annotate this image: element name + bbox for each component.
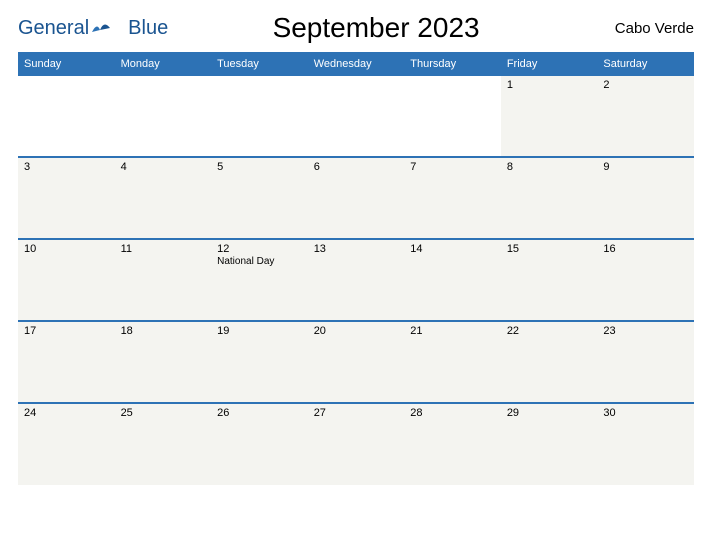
day-cell: 20 xyxy=(308,321,405,403)
day-header: Friday xyxy=(501,53,598,75)
day-cell: 1 xyxy=(501,75,598,157)
day-number: 23 xyxy=(603,325,688,337)
page-title: September 2023 xyxy=(168,12,584,44)
day-cell: 15 xyxy=(501,239,598,321)
day-number: 13 xyxy=(314,243,399,255)
day-number: 6 xyxy=(314,161,399,173)
day-cell: 18 xyxy=(115,321,212,403)
day-number: 30 xyxy=(603,407,688,419)
day-cell: 9 xyxy=(597,157,694,239)
day-cell: 10 xyxy=(18,239,115,321)
day-number: 22 xyxy=(507,325,592,337)
region-label: Cabo Verde xyxy=(584,20,694,37)
day-number: 3 xyxy=(24,161,109,173)
day-cell: 27 xyxy=(308,403,405,485)
day-cell: 24 xyxy=(18,403,115,485)
day-cell: 5 xyxy=(211,157,308,239)
day-cell: 2 xyxy=(597,75,694,157)
day-cell xyxy=(211,75,308,157)
day-cell: 12National Day xyxy=(211,239,308,321)
day-number: 20 xyxy=(314,325,399,337)
logo-text-general: General xyxy=(18,17,89,40)
day-header: Monday xyxy=(115,53,212,75)
day-number: 21 xyxy=(410,325,495,337)
day-header: Sunday xyxy=(18,53,115,75)
day-header: Tuesday xyxy=(211,53,308,75)
day-number: 27 xyxy=(314,407,399,419)
day-number: 12 xyxy=(217,243,302,255)
calendar-header: General Blue September 2023 Cabo Verde xyxy=(18,12,694,44)
day-number: 24 xyxy=(24,407,109,419)
day-cell: 13 xyxy=(308,239,405,321)
logo-text-blue: Blue xyxy=(128,17,168,40)
calendar-grid: Sunday Monday Tuesday Wednesday Thursday… xyxy=(18,52,694,485)
day-header: Thursday xyxy=(404,53,501,75)
day-cell: 22 xyxy=(501,321,598,403)
day-number: 5 xyxy=(217,161,302,173)
day-cell: 8 xyxy=(501,157,598,239)
day-number: 10 xyxy=(24,243,109,255)
day-header-row: Sunday Monday Tuesday Wednesday Thursday… xyxy=(18,53,694,75)
week-row: 24 25 26 27 28 29 30 xyxy=(18,403,694,485)
day-cell: 21 xyxy=(404,321,501,403)
day-number: 9 xyxy=(603,161,688,173)
day-cell xyxy=(308,75,405,157)
day-cell: 17 xyxy=(18,321,115,403)
day-number: 2 xyxy=(603,79,688,91)
day-cell: 4 xyxy=(115,157,212,239)
day-number: 16 xyxy=(603,243,688,255)
day-event: National Day xyxy=(217,256,302,267)
day-cell: 25 xyxy=(115,403,212,485)
day-cell xyxy=(404,75,501,157)
day-number: 17 xyxy=(24,325,109,337)
day-cell: 23 xyxy=(597,321,694,403)
day-number: 8 xyxy=(507,161,592,173)
day-number: 11 xyxy=(121,243,206,255)
day-header: Wednesday xyxy=(308,53,405,75)
day-cell: 26 xyxy=(211,403,308,485)
day-cell: 14 xyxy=(404,239,501,321)
day-number: 14 xyxy=(410,243,495,255)
week-row: 12 xyxy=(18,75,694,157)
day-cell: 7 xyxy=(404,157,501,239)
day-number: 26 xyxy=(217,407,302,419)
week-row: 10 11 12National Day 13 14 15 16 xyxy=(18,239,694,321)
day-cell: 11 xyxy=(115,239,212,321)
week-row: 3456789 xyxy=(18,157,694,239)
logo-wave-icon xyxy=(92,17,110,40)
day-cell: 28 xyxy=(404,403,501,485)
day-number: 18 xyxy=(121,325,206,337)
day-cell: 29 xyxy=(501,403,598,485)
day-number: 4 xyxy=(121,161,206,173)
day-number: 19 xyxy=(217,325,302,337)
day-cell xyxy=(18,75,115,157)
day-cell: 19 xyxy=(211,321,308,403)
day-number: 28 xyxy=(410,407,495,419)
day-cell xyxy=(115,75,212,157)
day-cell: 16 xyxy=(597,239,694,321)
day-header: Saturday xyxy=(597,53,694,75)
logo: General Blue xyxy=(18,17,168,40)
day-cell: 3 xyxy=(18,157,115,239)
day-number: 1 xyxy=(507,79,592,91)
day-cell: 30 xyxy=(597,403,694,485)
day-cell: 6 xyxy=(308,157,405,239)
day-number: 29 xyxy=(507,407,592,419)
week-row: 17 18 19 20 21 22 23 xyxy=(18,321,694,403)
day-number: 25 xyxy=(121,407,206,419)
day-number: 7 xyxy=(410,161,495,173)
day-number: 15 xyxy=(507,243,592,255)
